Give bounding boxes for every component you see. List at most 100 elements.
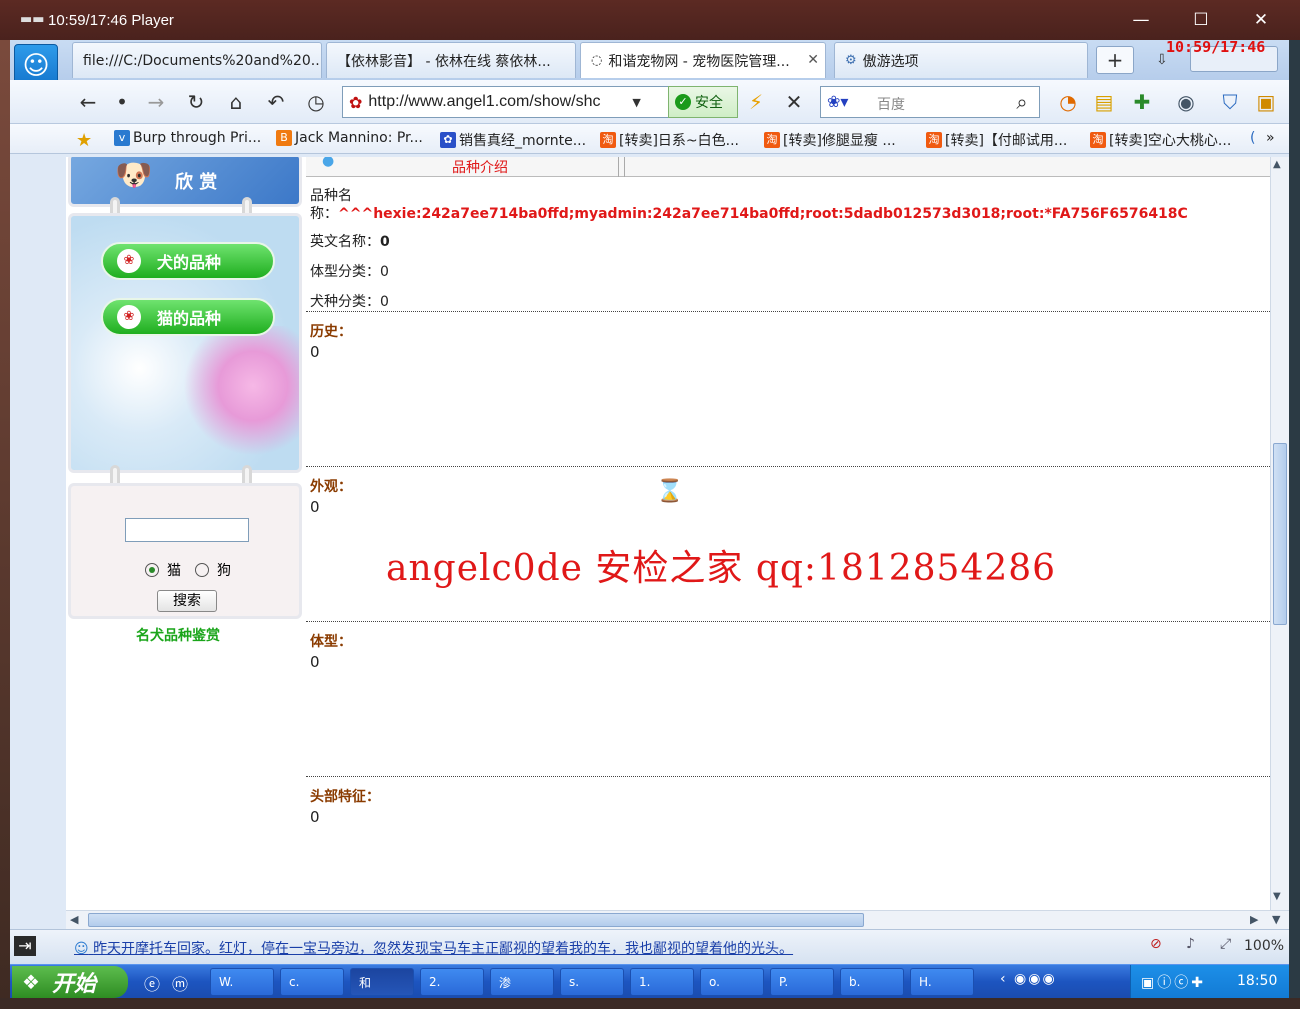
- player-title: 10:59/17:46 Player: [48, 11, 174, 29]
- scroll-thumb[interactable]: [1273, 443, 1287, 625]
- tray-clock[interactable]: 18:50: [1237, 973, 1277, 989]
- start-button[interactable]: ❖ 开始: [12, 966, 128, 998]
- body-type-value: 0: [380, 264, 389, 280]
- maximize-icon[interactable]: ☐: [1172, 0, 1230, 40]
- taskbar-item[interactable]: P.: [770, 968, 834, 996]
- bookmark-item[interactable]: v Burp through Pri...: [114, 130, 261, 146]
- back-icon[interactable]: ←: [74, 88, 102, 116]
- bookmark-label: (: [1250, 130, 1256, 146]
- bookmark-item[interactable]: 淘 [转卖]日系~白色...: [600, 130, 739, 150]
- shield-icon[interactable]: ⛉: [1216, 88, 1244, 116]
- bookmark-item[interactable]: (: [1250, 130, 1255, 146]
- tools-icon[interactable]: ✚: [1128, 88, 1156, 116]
- cat-breeds-button[interactable]: ❀ 猫的品种: [101, 298, 275, 336]
- scroll-left-icon[interactable]: ◀: [70, 913, 78, 926]
- notes-icon[interactable]: ▤: [1090, 88, 1118, 116]
- taskbar-item[interactable]: 1.: [630, 968, 694, 996]
- taskbar-item[interactable]: 渗: [490, 968, 554, 996]
- taskbar-label: b.: [849, 975, 861, 989]
- bookmark-item[interactable]: 淘 [转卖]修腿显瘦 ...: [764, 130, 896, 150]
- hscroll-thumb[interactable]: [88, 913, 864, 927]
- status-message[interactable]: ☺ 昨天开摩托车回家。红灯，停在一宝马旁边，忽然发现宝马车主正鄙视的望着我的车，…: [74, 938, 1134, 958]
- tab-pet-hospital[interactable]: ◌ 和谐宠物网 - 宠物医院管理... ✕: [580, 42, 826, 78]
- horizontal-scrollbar[interactable]: ◀ ▶ ▼: [66, 910, 1289, 929]
- close-icon[interactable]: ✕: [1232, 0, 1290, 40]
- screenshot-icon[interactable]: ◉: [1172, 88, 1200, 116]
- undo-icon[interactable]: ↶: [262, 88, 290, 116]
- scroll-up-icon[interactable]: ▲: [1273, 159, 1281, 170]
- minimize-icon[interactable]: —: [1112, 0, 1170, 40]
- more-bookmarks-icon[interactable]: »: [1266, 130, 1275, 146]
- close-tab-icon[interactable]: ✕: [807, 52, 819, 68]
- taskbar-item[interactable]: s.: [560, 968, 624, 996]
- vertical-scrollbar[interactable]: ▲ ▼: [1270, 157, 1289, 910]
- new-tab-button[interactable]: +: [1096, 46, 1134, 74]
- smile-icon: ☺: [74, 941, 89, 957]
- taskbar-item[interactable]: c.: [280, 968, 344, 996]
- bookmark-item[interactable]: B Jack Mannino: Pr...: [276, 130, 423, 146]
- tab-options[interactable]: ⚙ 傲游选项: [834, 42, 1088, 78]
- bookmark-label: [转卖]日系~白色...: [619, 133, 740, 149]
- bookmark-item[interactable]: 淘 [转卖]【付邮试用...: [926, 130, 1067, 150]
- maxthon-icon[interactable]: ⓜ: [172, 971, 188, 995]
- search-button[interactable]: 搜索: [157, 590, 217, 612]
- paw-icon: ❀: [117, 305, 141, 329]
- dog-breeds-button[interactable]: ❀ 犬的品种: [101, 242, 275, 280]
- taskbar: ❖ 开始 ⓔ ⓜ W. c. 和 2. 渗 s. 1. o. P. b. H. …: [10, 964, 1289, 999]
- taskbar-label: 2.: [429, 975, 441, 989]
- favorites-star-icon[interactable]: ★: [76, 130, 92, 151]
- taskbar-item[interactable]: b.: [840, 968, 904, 996]
- tray-icons[interactable]: ▣ⓘⓒ✚: [1141, 972, 1206, 992]
- search-box[interactable]: ❀▾ 百度: [820, 86, 1040, 118]
- keyword-input[interactable]: [125, 518, 249, 542]
- security-badge[interactable]: ✓ 安全: [668, 86, 738, 118]
- url-text[interactable]: http://www.angel1.com/show/shc: [368, 93, 626, 111]
- block-icon[interactable]: ⊘: [1150, 936, 1162, 952]
- taskbar-item[interactable]: W.: [210, 968, 274, 996]
- bookmark-item[interactable]: 淘 [转卖]空心大桃心...: [1090, 130, 1231, 150]
- bookmark-item[interactable]: ✿ 销售真经_mornte...: [440, 130, 586, 150]
- taskbar-label: H.: [919, 975, 932, 989]
- taskbar-item[interactable]: H.: [910, 968, 974, 996]
- forward-icon[interactable]: →: [142, 88, 170, 116]
- scroll-down-icon[interactable]: ▼: [1273, 891, 1281, 902]
- zoom-level[interactable]: 100%: [1244, 938, 1284, 954]
- refresh-icon[interactable]: ↻: [182, 88, 210, 116]
- tray-expand-icons[interactable]: ‹ ◉◉◉: [1000, 971, 1057, 987]
- taskbar-label: o.: [709, 975, 720, 989]
- scroll-down-icon[interactable]: ▼: [1272, 913, 1280, 926]
- address-dropdown-icon[interactable]: ▼: [632, 96, 640, 109]
- search-input[interactable]: 百度: [877, 94, 905, 114]
- sidebar-toggle-icon[interactable]: ⇥: [14, 936, 36, 956]
- zoom-icon[interactable]: ⤢: [1220, 936, 1231, 952]
- check-icon: ✓: [675, 94, 691, 110]
- volume-icon[interactable]: ♪: [1186, 936, 1195, 952]
- clock-icon[interactable]: ◷: [302, 88, 330, 116]
- bookmark-label: [转卖]【付邮试用...: [945, 133, 1068, 149]
- dog-mascot-icon: 🐶: [115, 158, 153, 193]
- bookmark-label: Burp through Pri...: [133, 130, 262, 146]
- stop-icon[interactable]: ✕: [780, 88, 808, 116]
- scroll-right-icon[interactable]: ▶: [1250, 913, 1258, 926]
- detail-tab[interactable]: 品种介绍: [452, 157, 508, 177]
- taskbar-item[interactable]: 和: [350, 968, 414, 996]
- lightning-icon[interactable]: ⚡: [742, 88, 770, 116]
- tab-yilin[interactable]: 【依林影音】 - 依林在线 蔡依林...: [326, 42, 576, 78]
- rss-icon[interactable]: ◔: [1054, 88, 1082, 116]
- radio-dog[interactable]: [195, 563, 209, 577]
- search-icon[interactable]: ⌕: [1008, 88, 1036, 116]
- taskbar-item[interactable]: o.: [700, 968, 764, 996]
- ie-icon[interactable]: ⓔ: [144, 971, 160, 995]
- home-icon[interactable]: ⌂: [222, 88, 250, 116]
- tab-file[interactable]: file:///C:/Documents%20and%20...: [72, 42, 322, 78]
- taskbar-item[interactable]: 2.: [420, 968, 484, 996]
- radio-cat[interactable]: [145, 563, 159, 577]
- dog-type-value: 0: [380, 294, 389, 310]
- baidu-paw-icon[interactable]: ❀▾: [827, 92, 848, 111]
- gear-icon: ⚙: [845, 53, 857, 68]
- history-dot-icon[interactable]: •: [108, 88, 136, 116]
- security-label: 安全: [695, 95, 723, 111]
- radio-dog-label: 狗: [217, 563, 231, 579]
- extensions-icon[interactable]: ▣: [1252, 88, 1280, 116]
- tab-label: 和谐宠物网 - 宠物医院管理...: [608, 53, 790, 70]
